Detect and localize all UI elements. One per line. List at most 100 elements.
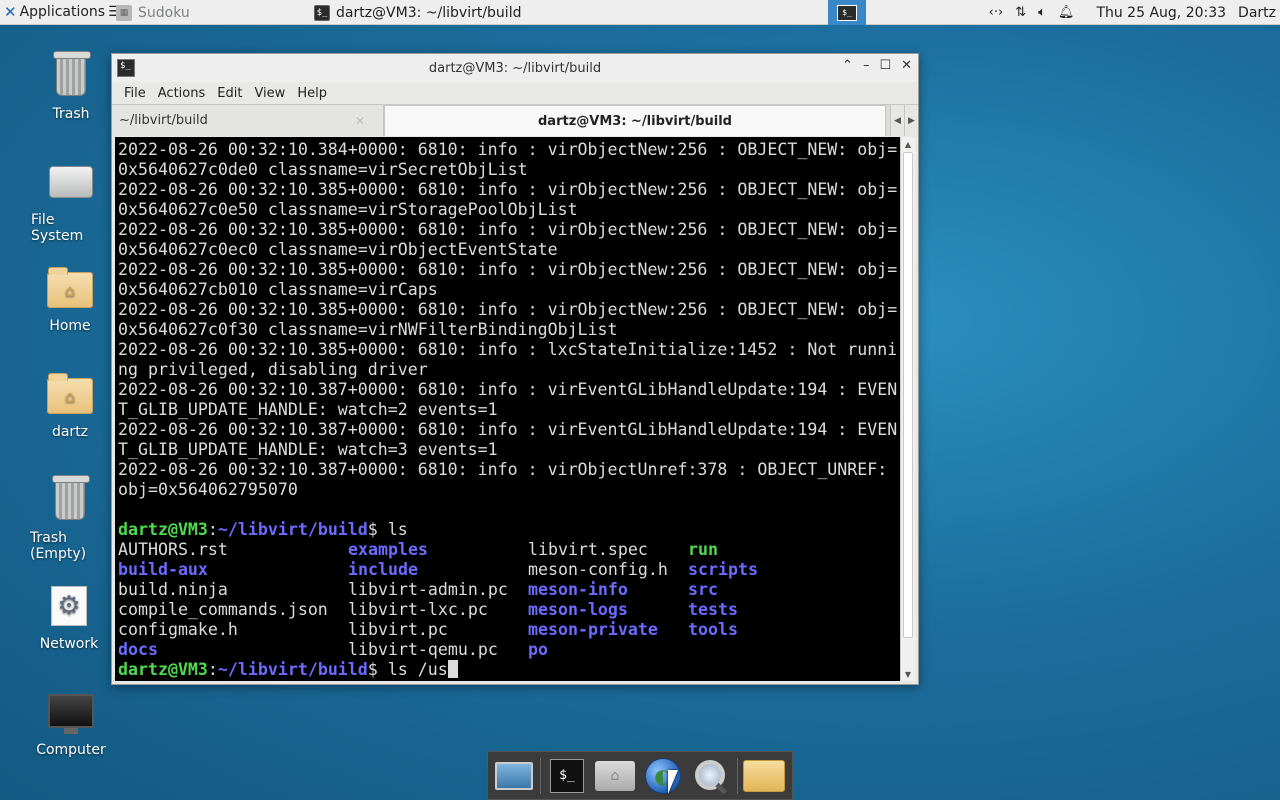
dock-show-desktop[interactable] [492, 755, 536, 797]
volume-icon[interactable]: 🔈︎ [1038, 5, 1046, 20]
ls-entry: meson-private [528, 620, 658, 639]
log-line: 2022-08-26 00:32:10.385+0000: 6810: info… [118, 260, 898, 279]
network-transfer-icon[interactable]: ⇅ [1015, 5, 1026, 20]
ls-entry: libvirt-lxc.pc [348, 600, 488, 619]
scroll-up-icon[interactable]: ▲ [901, 137, 915, 151]
network-settings-icon: ⚙ [45, 582, 93, 630]
desktop-icon-dartz[interactable]: ⌂ dartz [30, 370, 110, 440]
taskbar-item-label: Sudoku [138, 4, 190, 21]
window-titlebar[interactable]: $_ dartz@VM3: ~/libvirt/build ⌃ – ☐ ✕ [112, 54, 918, 82]
desktop-icon-trash[interactable]: Trash [31, 51, 111, 122]
terminal-scrollbar[interactable]: ▲ ▼ [900, 137, 915, 681]
ls-entry: libvirt-qemu.pc [348, 640, 498, 659]
close-tab-icon[interactable]: ✕ [355, 114, 365, 128]
ls-output-row: compile_commands.json libvirt-lxc.pc meson… [118, 600, 900, 620]
terminal-icon: $_ [314, 4, 330, 21]
tab-scroll-right-icon[interactable]: ▶ [904, 105, 918, 136]
sudoku-icon: ▦ [116, 4, 132, 21]
drive-icon [47, 158, 95, 206]
applications-menu[interactable]: ✕ Applications ☰ [0, 0, 125, 25]
shade-button[interactable]: ⌃ [842, 58, 853, 73]
tab-label: ~/libvirt/build [119, 113, 208, 128]
ls-entry: tools [688, 620, 738, 639]
notification-bell-icon[interactable]: 🔔︎ [1058, 5, 1075, 20]
text-cursor [447, 660, 458, 678]
desktop-icon-file-system[interactable]: File System [31, 158, 111, 244]
log-line: 2022-08-26 00:32:10.387+0000: 6810: info… [118, 380, 898, 399]
log-line: 2022-08-26 00:32:10.385+0000: 6810: info… [118, 220, 898, 239]
desktop-icon-label: Trash (Empty) [30, 530, 87, 562]
desktop-icon-label: dartz [51, 424, 89, 440]
desktop-icon-network[interactable]: ⚙ Network [29, 582, 109, 652]
log-line: 0x5640627c0de0 classname=virSecretObjLis… [118, 160, 528, 179]
log-line: T_GLIB_UPDATE_HANDLE: watch=2 events=1 [118, 400, 498, 419]
menu-edit[interactable]: Edit [211, 86, 248, 101]
ls-entry [688, 640, 808, 660]
log-line: 0x5640627c0f30 classname=virNWFilterBind… [118, 320, 618, 339]
menu-help[interactable]: Help [291, 86, 333, 101]
ls-entry: meson-config.h [528, 560, 668, 579]
prompt-user: dartz@VM3 [118, 520, 208, 539]
maximize-button[interactable]: ☐ [879, 58, 891, 73]
prompt-path: ~/libvirt/build [217, 520, 368, 539]
log-line: 2022-08-26 00:32:10.384+0000: 6810: info… [118, 140, 898, 159]
network-connections-icon[interactable]: ‹·› [989, 5, 1004, 20]
desktop-icon-label: Network [39, 636, 99, 652]
bottom-dock: $_ ⌂ ◐ [487, 751, 793, 800]
tab-label: dartz@VM3: ~/libvirt/build [538, 113, 732, 129]
tab-scroll-left-icon[interactable]: ◀ [890, 105, 904, 136]
ls-entry: scripts [688, 560, 758, 579]
prompt-line: dartz@VM3:~/libvirt/build$ ls /us [118, 660, 900, 680]
dock-terminal[interactable]: $_ [545, 755, 589, 797]
top-panel: ✕ Applications ☰ ▦ Sudoku $_ dartz@VM3: … [0, 0, 1280, 25]
clock[interactable]: Thu 25 Aug, 20:33 [1096, 5, 1226, 21]
monitor-icon [47, 688, 95, 736]
ls-entry: meson-logs [528, 600, 628, 619]
menu-bar: File Actions Edit View Help [112, 82, 918, 104]
menu-view[interactable]: View [248, 86, 291, 101]
menu-file[interactable]: File [118, 86, 152, 101]
desktop-icon-computer[interactable]: Computer [31, 688, 111, 758]
terminal-output[interactable]: 2022-08-26 00:32:10.384+0000: 6810: info… [115, 137, 900, 681]
home-folder-icon: ⌂ [46, 370, 94, 418]
desktop-icon-home[interactable]: ⌂ Home [30, 264, 110, 334]
ls-output-row: AUTHORS.rst examples libvirt.spec run [118, 540, 900, 560]
workspace-terminal-thumbnail-icon: $_ [837, 4, 857, 21]
home-folder-icon: ⌂ [595, 760, 635, 791]
ls-output-row: docs libvirt-qemu.pc po [118, 640, 900, 660]
taskbar-item-sudoku[interactable]: ▦ Sudoku [110, 0, 196, 25]
minimize-button[interactable]: – [863, 58, 870, 73]
tab-dartz-vm3[interactable]: dartz@VM3: ~/libvirt/build [384, 105, 886, 136]
dock-folder[interactable] [742, 755, 786, 797]
scrollbar-thumb[interactable] [903, 152, 913, 638]
tab-libvirt-build[interactable]: ~/libvirt/build ✕ [112, 105, 384, 136]
dock-home[interactable]: ⌂ [593, 755, 637, 797]
dock-search[interactable] [689, 755, 733, 797]
terminal-icon[interactable]: $_ [117, 59, 135, 77]
desktop-icon-label: Trash [52, 106, 90, 122]
user-menu[interactable]: Dartz [1238, 5, 1276, 21]
tab-bar: ~/libvirt/build ✕ dartz@VM3: ~/libvirt/b… [112, 104, 918, 136]
scroll-down-icon[interactable]: ▼ [901, 667, 915, 681]
applications-menu-label: Applications [19, 4, 106, 20]
close-button[interactable]: ✕ [901, 58, 912, 73]
ls-entry: configmake.h [118, 620, 238, 639]
mouse-pointer-icon [668, 770, 678, 794]
workspace-switcher[interactable]: $_ [828, 0, 866, 25]
ls-entry: libvirt.spec [528, 540, 648, 559]
prompt-separator: : [207, 520, 218, 539]
taskbar-item-terminal[interactable]: $_ dartz@VM3: ~/libvirt/build [308, 0, 527, 25]
dock-web-browser[interactable]: ◐ [641, 755, 685, 797]
desktop-icon-trash-empty[interactable]: Trash (Empty) [30, 475, 110, 562]
window-title: dartz@VM3: ~/libvirt/build [428, 60, 602, 76]
log-line: 2022-08-26 00:32:10.385+0000: 6810: info… [118, 340, 898, 359]
desktop-icon-label: File System [31, 212, 84, 244]
xfce-logo-icon: ✕ [4, 3, 17, 21]
log-line: 2022-08-26 00:32:10.387+0000: 6810: info… [118, 460, 888, 479]
trash-icon [46, 475, 94, 524]
menu-actions[interactable]: Actions [152, 86, 212, 101]
taskbar-item-label: dartz@VM3: ~/libvirt/build [336, 4, 522, 21]
dock-separator [540, 757, 541, 794]
ls-entry: docs [118, 640, 158, 659]
